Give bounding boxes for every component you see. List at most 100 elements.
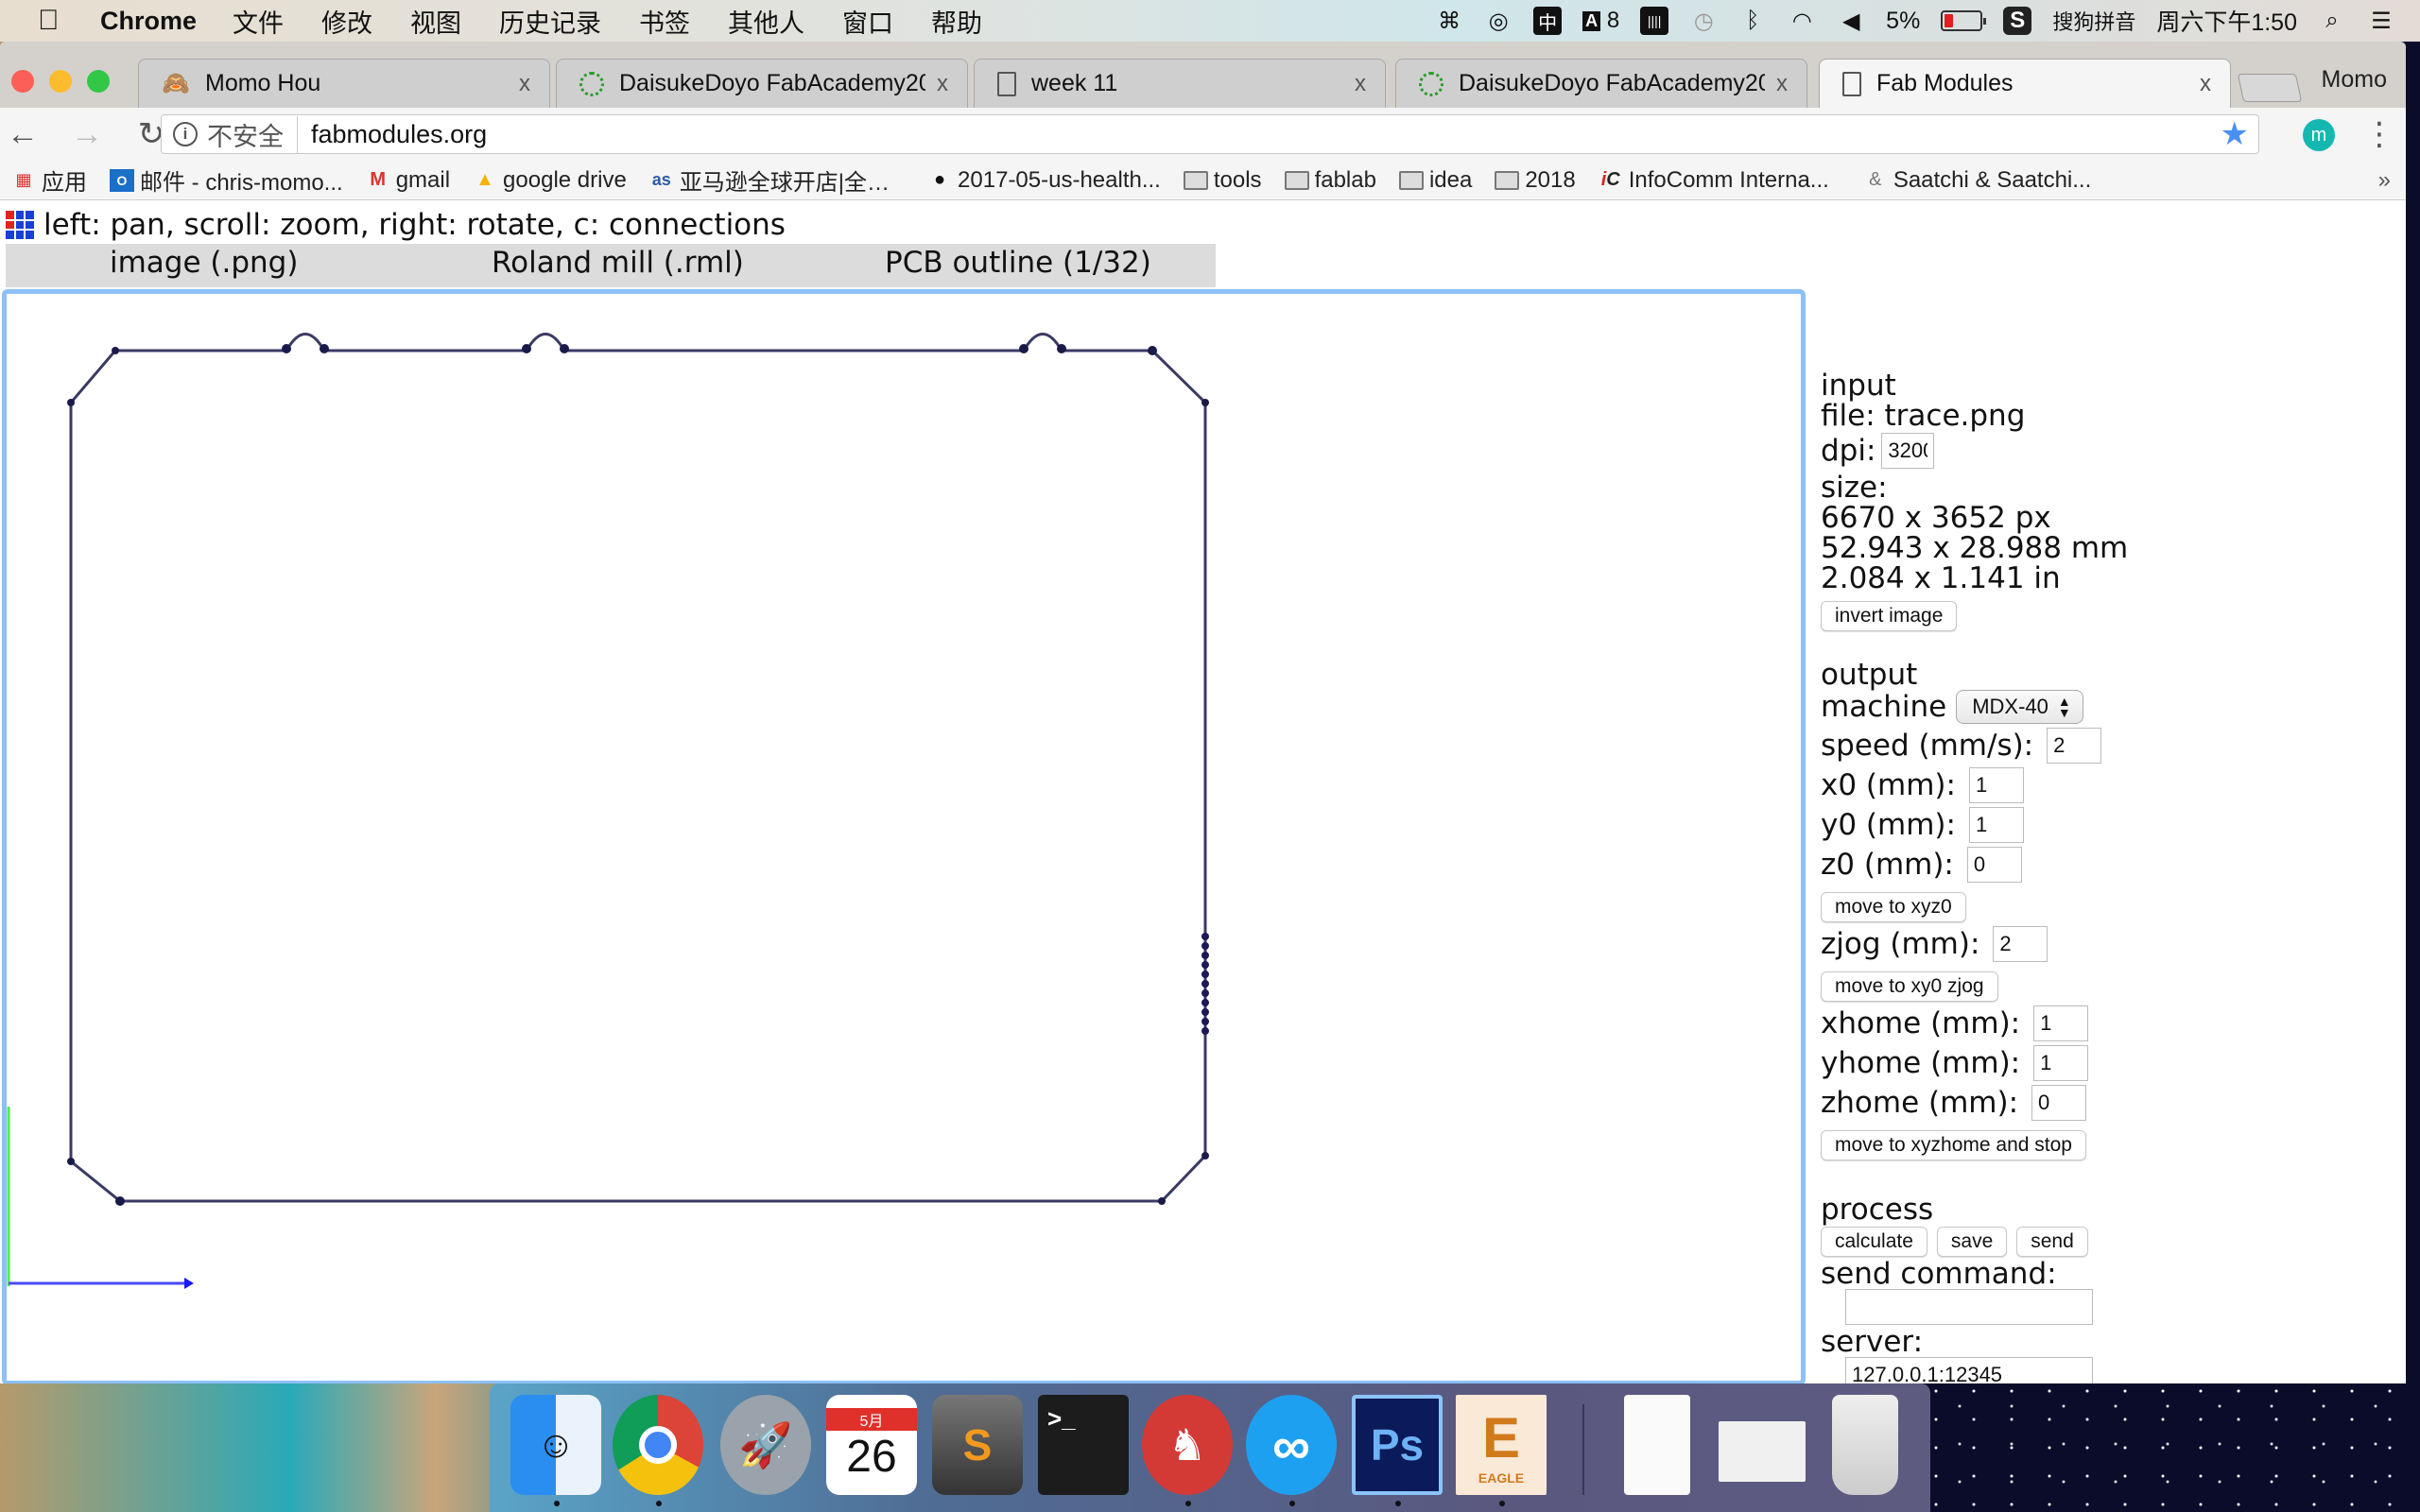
menu-app-name[interactable]: Chrome <box>100 7 197 36</box>
apple-logo-icon[interactable]:  <box>38 5 66 37</box>
adobe-badge-icon[interactable]: A 8 <box>1582 7 1619 35</box>
bookmark-gmail[interactable]: M gmail <box>366 167 450 194</box>
tab-close-icon[interactable]: x <box>937 71 948 97</box>
module-process[interactable]: PCB outline (1/32) <box>885 246 1151 280</box>
z0-input[interactable] <box>1966 847 2022 883</box>
module-output-format[interactable]: Roland mill (.rml) <box>492 246 744 280</box>
bookmark-folder-idea[interactable]: idea <box>1398 167 1472 194</box>
save-button[interactable]: save <box>1936 1227 2008 1257</box>
x0-input[interactable] <box>1968 767 2024 803</box>
back-arrow-icon[interactable]: ← <box>2 113 43 155</box>
bookmark-google-drive[interactable]: ▲ google drive <box>473 167 627 194</box>
new-tab-button[interactable] <box>2237 74 2303 102</box>
yhome-input[interactable] <box>2033 1045 2089 1081</box>
dock-trash-icon[interactable] <box>1832 1395 1898 1495</box>
bookmark-github[interactable]: ● 2017-05-us-health... <box>927 167 1161 194</box>
menu-view[interactable]: 视图 <box>410 3 461 40</box>
security-label[interactable]: 不安全 <box>207 115 298 153</box>
menu-help[interactable]: 帮助 <box>931 3 982 40</box>
menu-people[interactable]: 其他人 <box>728 3 804 40</box>
tab-close-icon[interactable]: x <box>2200 71 2211 97</box>
zhome-input[interactable] <box>2031 1085 2087 1121</box>
machine-select[interactable]: MDX-40 ▲ ▼ <box>1956 690 2083 724</box>
profile-name[interactable]: Momo <box>2322 66 2387 94</box>
tab-daisukedoyo-2[interactable]: DaisukeDoyo FabAcademy20 x <box>1395 59 1807 108</box>
ime-chinese-icon[interactable]: 中 <box>1533 7 1563 35</box>
wifi-icon[interactable]: ◠ <box>1788 7 1816 35</box>
y0-input[interactable] <box>1968 807 2024 843</box>
clock[interactable]: 周六下午1:50 <box>2156 4 2297 38</box>
bookmarks-overflow-chevron[interactable]: » <box>2378 167 2391 194</box>
menu-history[interactable]: 历史记录 <box>499 3 601 40</box>
tab-close-icon[interactable]: x <box>1355 71 1366 97</box>
dpi-input[interactable] <box>1881 433 1935 469</box>
window-close-button[interactable] <box>11 70 34 93</box>
move-to-xyz0-button[interactable]: move to xyz0 <box>1821 892 1966 922</box>
input-method-label[interactable]: 搜狗拼音 <box>2052 6 2135 36</box>
forward-arrow-icon[interactable]: → <box>66 113 108 155</box>
window-zoom-button[interactable] <box>87 70 110 93</box>
send-button[interactable]: send <box>2016 1227 2088 1257</box>
url-text[interactable]: fabmodules.org <box>311 120 487 149</box>
dock-launchpad-rocket-icon[interactable]: 🚀 <box>720 1395 811 1495</box>
battery-icon[interactable] <box>1941 10 1987 31</box>
menu-bookmarks[interactable]: 书签 <box>639 3 690 40</box>
dock-eagle-icon[interactable]: E EAGLE <box>1456 1395 1547 1495</box>
time-machine-icon[interactable]: ◷ <box>1689 7 1718 35</box>
creative-cloud-icon[interactable]: ◎ <box>1484 7 1512 35</box>
server-input[interactable] <box>1845 1357 2093 1383</box>
fab-modules-menu-icon[interactable] <box>6 211 34 239</box>
tab-momo-hou[interactable]: 🙈 Momo Hou x <box>138 59 550 108</box>
battery-percent[interactable]: 5% <box>1886 8 1920 35</box>
dock-photoshop-icon[interactable]: Ps <box>1352 1395 1443 1495</box>
tab-fab-modules[interactable]: Fab Modules x <box>1819 59 2231 108</box>
bookmark-saatchi[interactable]: & Saatchi & Saatchi... <box>1863 167 2091 194</box>
memory-status-icon[interactable]: |||| <box>1640 7 1669 35</box>
xhome-input[interactable] <box>2033 1005 2089 1041</box>
bluetooth-icon[interactable]: ᛒ <box>1738 7 1767 35</box>
dock-finder-icon[interactable]: ☺ <box>510 1395 601 1495</box>
toolpath-viewer-canvas[interactable] <box>2 289 1806 1383</box>
dock-downloads-stack-icon[interactable] <box>1719 1421 1806 1482</box>
bookmark-folder-2018[interactable]: 2018 <box>1495 167 1576 194</box>
dock-xmind-icon[interactable]: ∞ <box>1246 1395 1337 1495</box>
calculate-button[interactable]: calculate <box>1821 1227 1927 1257</box>
menu-window[interactable]: 窗口 <box>842 3 893 40</box>
volume-icon[interactable]: ◀ <box>1837 7 1865 35</box>
dock-sublime-text-icon[interactable]: S <box>932 1395 1023 1495</box>
dock-document-stack-icon[interactable] <box>1624 1395 1690 1495</box>
tab-week-11[interactable]: week 11 x <box>974 59 1386 108</box>
invert-image-button[interactable]: invert image <box>1821 601 1958 631</box>
spotlight-search-icon[interactable]: ⌕ <box>2318 7 2346 35</box>
move-to-xyzhome-button[interactable]: move to xyzhome and stop <box>1821 1130 2086 1160</box>
tab-close-icon[interactable]: x <box>1776 71 1788 97</box>
profile-avatar[interactable]: m <box>2303 119 2335 151</box>
dock-terminal-icon[interactable]: >_ <box>1038 1395 1129 1495</box>
address-bar[interactable]: i 不安全 fabmodules.org ★ <box>161 114 2259 154</box>
sogou-icon[interactable]: S <box>2003 7 2032 35</box>
bookmark-apps[interactable]: ▦ 应用 <box>11 163 87 197</box>
info-icon[interactable]: i <box>173 122 198 146</box>
zjog-input[interactable] <box>1993 926 2048 962</box>
menu-edit[interactable]: 修改 <box>321 3 372 40</box>
chrome-menu-icon[interactable]: ⋮ <box>2363 115 2395 153</box>
menu-file[interactable]: 文件 <box>233 3 284 40</box>
bookmark-star-icon[interactable]: ★ <box>2221 115 2249 153</box>
window-minimize-button[interactable] <box>49 70 72 93</box>
xmind-status-icon[interactable]: ⌘ <box>1435 7 1463 35</box>
speed-input[interactable] <box>2047 728 2102 764</box>
move-to-xy0-zjog-button[interactable]: move to xy0 zjog <box>1821 971 1998 1002</box>
tab-daisukedoyo-1[interactable]: DaisukeDoyo FabAcademy20 x <box>556 59 968 108</box>
notification-center-icon[interactable]: ☰ <box>2367 7 2395 35</box>
dock-bear-app-icon[interactable]: ♞ <box>1142 1395 1233 1495</box>
bookmark-folder-tools[interactable]: tools <box>1183 167 1262 194</box>
bookmark-amazon[interactable]: as 亚马逊全球开店|全… <box>649 163 890 197</box>
dock-calendar-icon[interactable]: 5月 26 <box>826 1395 917 1495</box>
bookmark-infocomm[interactable]: iC InfoComm Interna... <box>1599 167 1829 194</box>
bookmark-outlook[interactable]: O 邮件 - chris-momo... <box>110 163 343 197</box>
send-command-input[interactable] <box>1845 1289 2093 1325</box>
bookmark-folder-fablab[interactable]: fablab <box>1284 167 1376 194</box>
dock-chrome-icon[interactable] <box>613 1395 703 1495</box>
tab-close-icon[interactable]: x <box>519 71 530 97</box>
module-input-format[interactable]: image (.png) <box>110 246 298 280</box>
